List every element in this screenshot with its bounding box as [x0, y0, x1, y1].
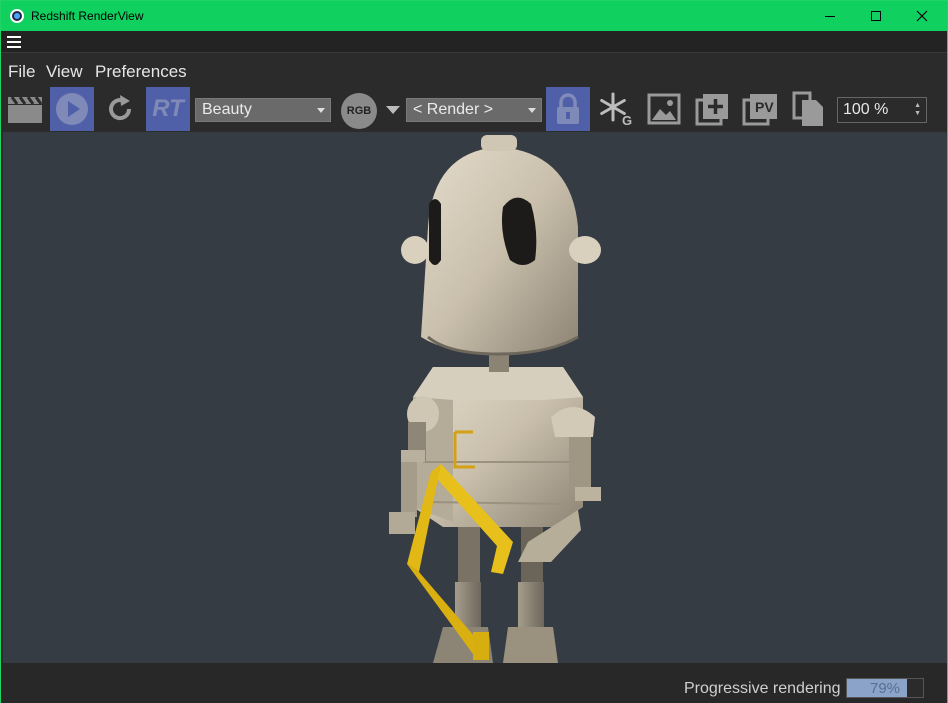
refresh-icon — [109, 95, 132, 121]
freeze-icon: G — [600, 92, 632, 127]
camera-select-value: < Render > — [413, 101, 494, 118]
add-image-icon — [695, 94, 728, 126]
chevron-down-icon — [528, 108, 536, 113]
lock-icon — [557, 93, 579, 124]
start-render-button[interactable] — [50, 87, 94, 131]
channel-button[interactable]: RGB — [341, 93, 377, 129]
rt-label: RT — [152, 95, 184, 122]
close-icon — [916, 10, 928, 22]
copy-button[interactable] — [786, 87, 830, 131]
minimize-button[interactable] — [807, 1, 853, 31]
zoom-spinbox[interactable]: 100 % ▲ ▼ — [837, 97, 927, 123]
zoom-value: 100 % — [843, 101, 889, 118]
hamburger-menu-icon[interactable] — [7, 36, 21, 48]
image-button[interactable] — [642, 87, 686, 131]
status-bar: Progressive rendering 79% — [1, 663, 947, 703]
render-image — [389, 135, 601, 663]
copy-icon — [792, 91, 823, 126]
render-progress-bar: 79% — [846, 678, 924, 698]
pv-label: PV — [755, 99, 774, 115]
clapperboard-button[interactable] — [3, 87, 47, 131]
render-progress-text: 79% — [869, 680, 901, 697]
channel-label: RGB — [346, 105, 372, 117]
play-icon — [56, 93, 88, 125]
menu-bar: File View Preferences — [1, 54, 947, 86]
pv-button[interactable]: PV — [738, 87, 782, 131]
menu-preferences[interactable]: Preferences — [95, 62, 187, 82]
refresh-button[interactable] — [98, 87, 142, 131]
menu-view[interactable]: View — [46, 62, 83, 82]
window-title: Redshift RenderView — [31, 9, 144, 23]
clapperboard-icon — [8, 96, 43, 123]
app-logo-icon — [10, 9, 24, 23]
app-window: Redshift RenderView File View Preference… — [0, 0, 948, 703]
close-button[interactable] — [899, 1, 945, 31]
aov-select[interactable]: Beauty — [195, 98, 331, 122]
hamburger-row — [1, 31, 947, 53]
title-bar[interactable]: Redshift RenderView — [1, 1, 947, 31]
add-snapshot-button[interactable] — [690, 87, 734, 131]
image-icon — [647, 93, 681, 125]
render-viewport[interactable] — [3, 132, 947, 663]
freeze-geometry-button[interactable]: G — [594, 87, 638, 131]
status-label: Progressive rendering — [684, 680, 841, 697]
toolbar: RT Beauty RGB < Render > G PV 100 % ▲ ▼ — [1, 86, 947, 132]
menu-file[interactable]: File — [8, 62, 35, 82]
maximize-button[interactable] — [853, 1, 899, 31]
aov-select-value: Beauty — [202, 101, 252, 118]
chevron-down-icon — [317, 108, 325, 113]
svg-text:G: G — [622, 113, 632, 127]
camera-select[interactable]: < Render > — [406, 98, 542, 122]
minimize-icon — [825, 15, 835, 17]
spinner-arrows-icon[interactable]: ▲ ▼ — [914, 102, 921, 118]
rt-button[interactable]: RT — [146, 87, 190, 131]
channel-dropdown-icon[interactable] — [386, 106, 400, 114]
lock-button[interactable] — [546, 87, 590, 131]
maximize-icon — [871, 11, 881, 21]
